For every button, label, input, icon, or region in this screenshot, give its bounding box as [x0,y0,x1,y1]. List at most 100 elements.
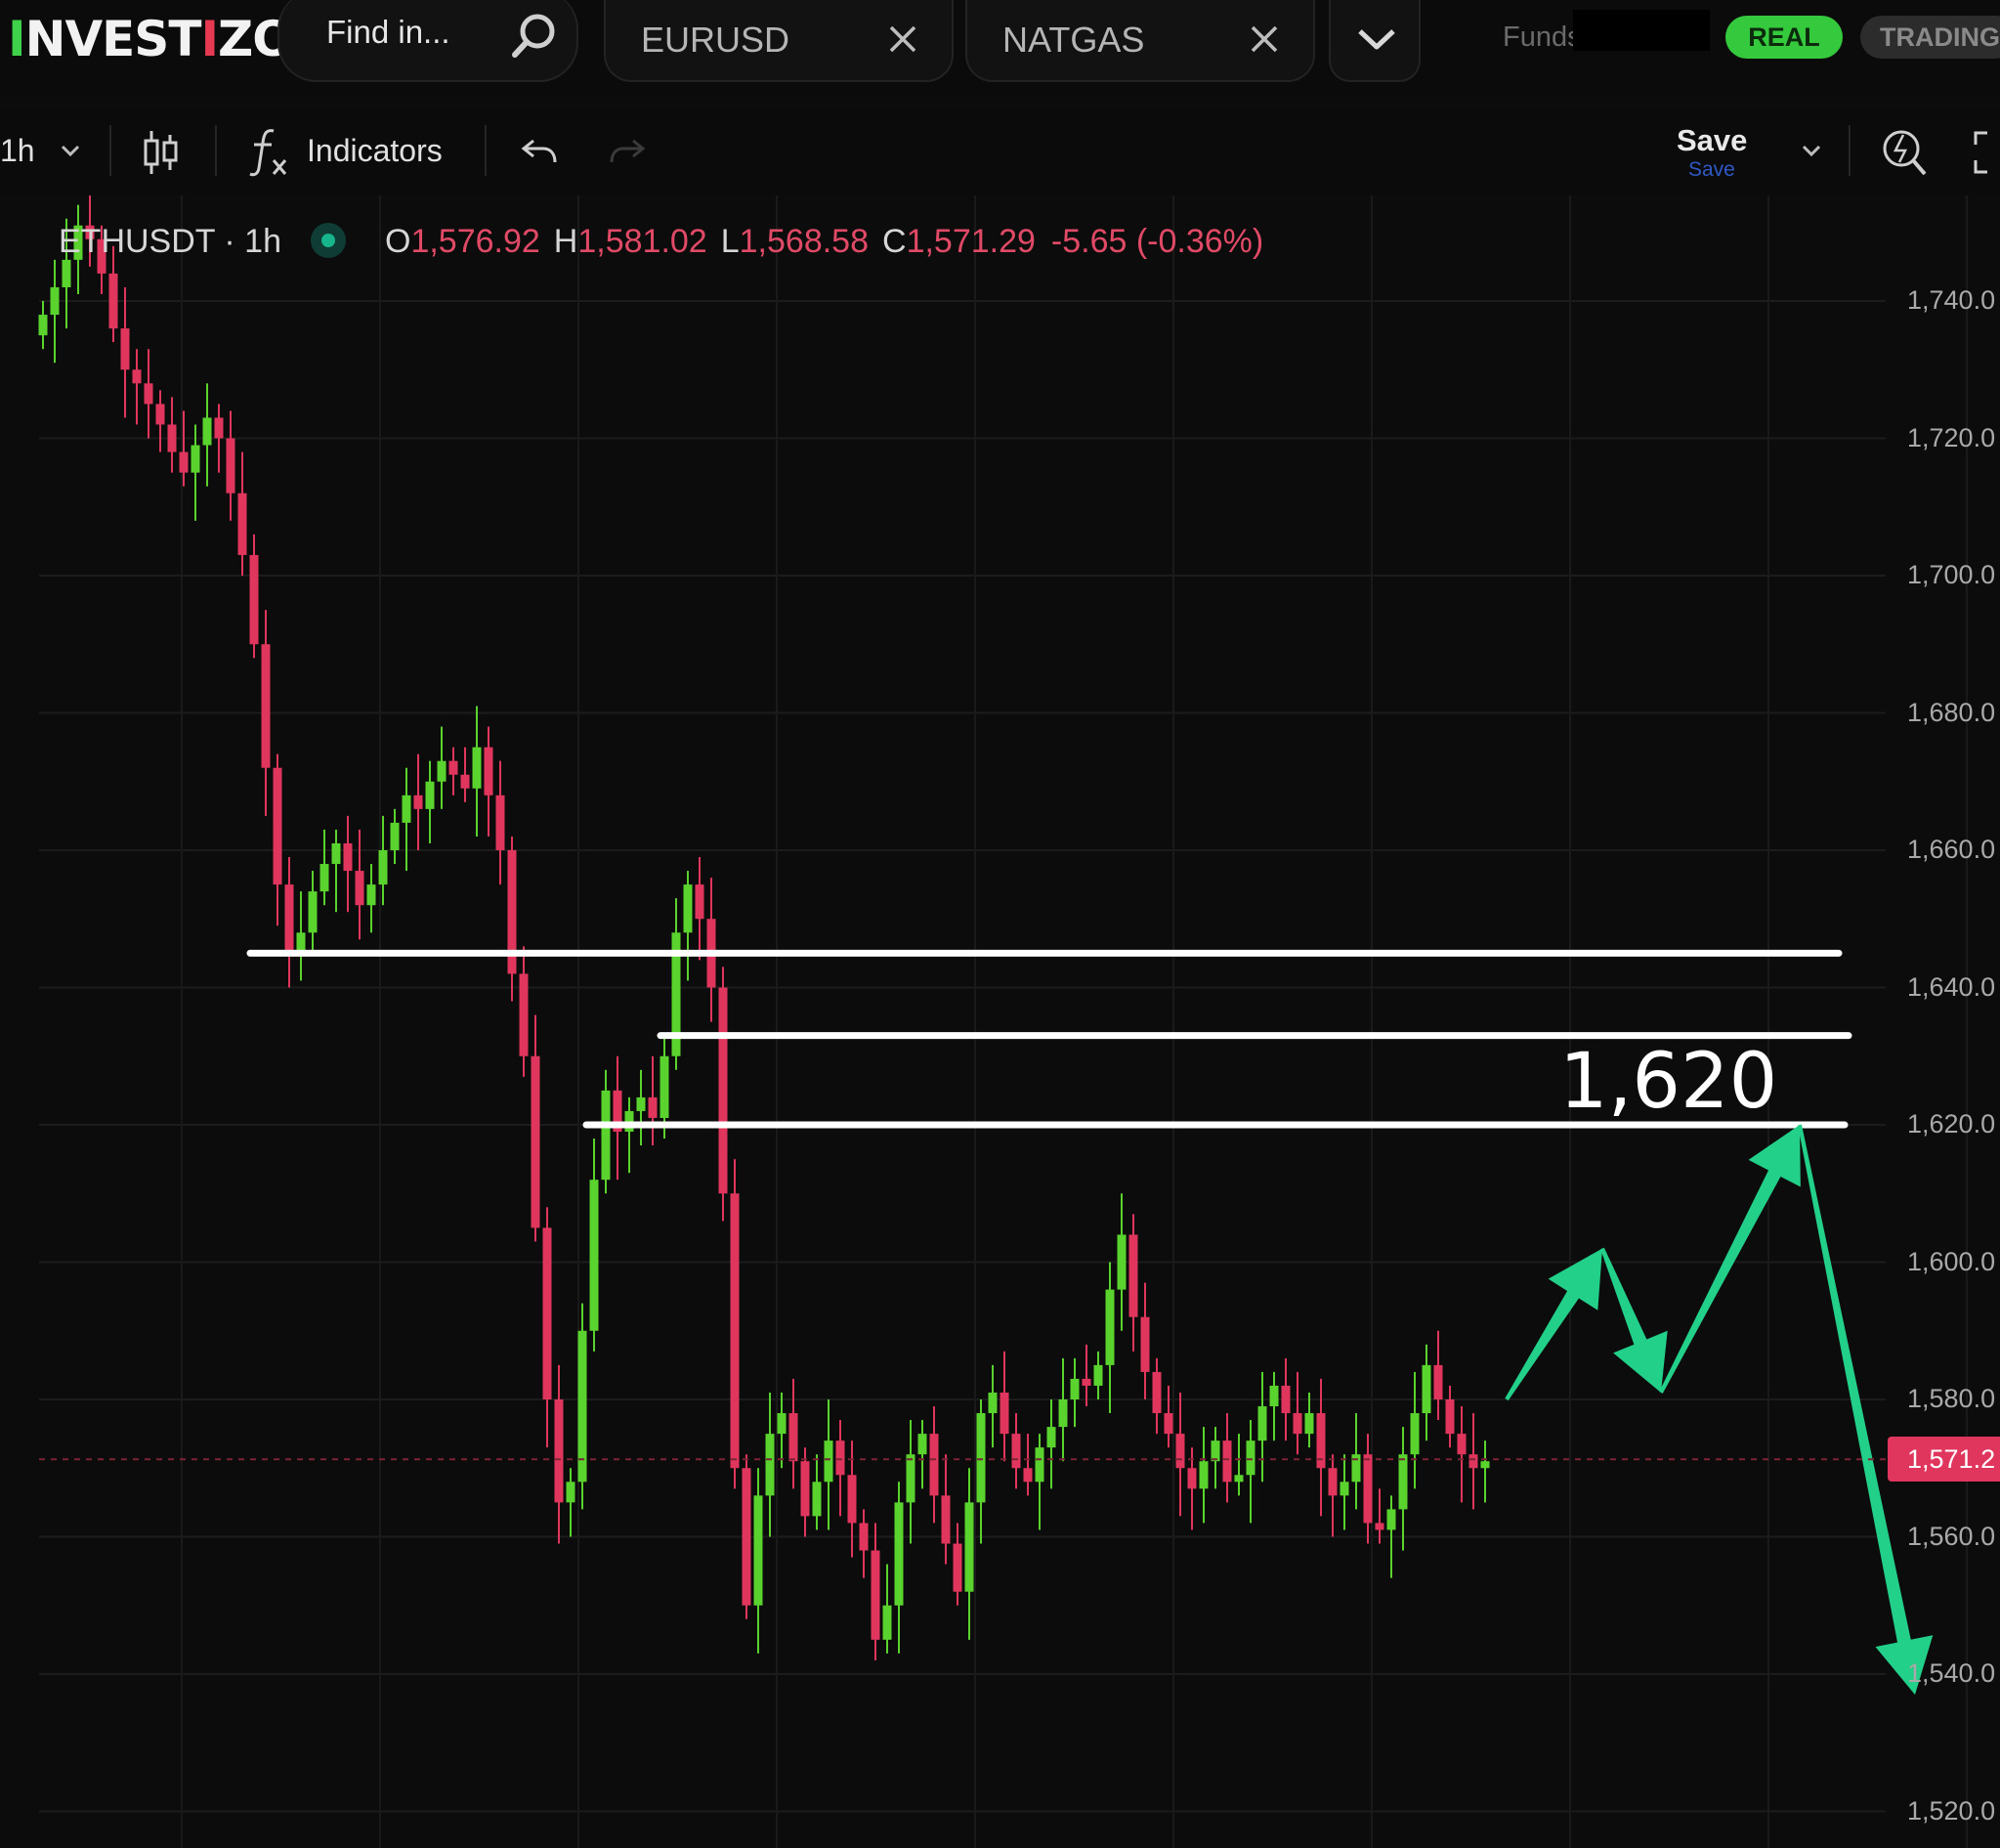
candle-body [155,404,165,425]
candle-body [308,891,318,933]
symbol-label[interactable]: ETHUSDT · 1h [59,223,281,260]
candle-body [1164,1413,1173,1435]
candle-body [495,795,505,850]
candle-body [988,1392,998,1414]
candle-body [1023,1468,1033,1483]
candle-body [413,795,423,809]
candle-body [847,1475,857,1524]
search-input[interactable]: Find in... [326,14,450,51]
y-axis-tick-label: 1,720.0 [1907,422,1996,452]
candle-body [683,884,693,933]
function-fx-icon[interactable] [248,125,291,180]
candle-body [284,884,294,954]
candle-body [859,1523,869,1551]
candle-body [460,774,470,789]
candle-body [1386,1509,1396,1530]
candle-body [1082,1378,1091,1386]
symbol-search-box[interactable]: Find in... [277,0,578,82]
candle-body [226,438,235,494]
candle-body [800,1461,810,1517]
candle-body [871,1550,880,1640]
candle-body [1140,1316,1150,1372]
candle-body [1433,1364,1443,1399]
chevron-down-icon[interactable] [57,139,84,162]
candle-body [1035,1447,1044,1483]
level-annotation-text: 1,620 [1559,1038,1778,1126]
candle-body [1304,1413,1314,1435]
candle-body [1046,1427,1056,1448]
candle-body [777,1413,787,1435]
real-account-toggle[interactable]: REAL [1725,16,1843,59]
candle-body [472,747,482,789]
close-key: C [882,223,907,260]
candle-body [964,1502,974,1592]
candle-body [718,987,728,1194]
y-axis-tick-label: 1,680.0 [1907,697,1996,727]
candle-body [273,767,282,885]
candle-body [132,369,142,384]
chevron-down-icon[interactable] [1798,139,1825,162]
candle-body [1398,1454,1408,1510]
candlestick-type-icon[interactable] [141,129,180,176]
toolbar-divider [485,125,487,176]
candle-body [589,1180,599,1331]
price-chart[interactable] [0,195,2000,1848]
toolbar-divider [215,125,217,176]
indicators-button[interactable]: Indicators [307,133,443,169]
more-tabs-button[interactable] [1329,0,1421,82]
candle-body [1257,1406,1267,1441]
investizo-logo[interactable]: INVESTIZO [8,4,294,74]
timeframe-selector[interactable]: 1h [0,133,35,169]
high-value: 1,581.02 [577,223,707,260]
y-axis-tick-label: 1,520.0 [1907,1795,1996,1826]
tab-eurusd[interactable]: EURUSD [604,0,954,82]
redo-icon[interactable] [608,133,647,168]
close-icon[interactable] [1241,16,1288,63]
toolbar-divider [1849,125,1851,176]
candle-body [167,424,177,452]
quick-search-zoom-icon[interactable] [1878,125,1929,180]
search-icon[interactable] [506,8,563,64]
candle-body [402,795,411,823]
candle-body [917,1434,927,1455]
fullscreen-icon[interactable] [1972,129,2000,176]
candle-body [742,1468,751,1606]
candle-body [1269,1385,1279,1407]
y-axis-tick-label: 1,620.0 [1907,1109,1996,1139]
low-value: 1,568.58 [739,223,869,260]
candle-body [237,493,247,555]
candle-body [882,1605,892,1640]
candle-body [179,451,189,473]
candle-body [249,554,259,645]
candle-body [50,286,60,316]
trading-account-toggle[interactable]: TRADING [1860,16,2000,59]
chart-legend: ETHUSDT · 1h O1,576.92 H1,581.02 L1,568.58 C… [59,223,1263,261]
candle-body [1070,1378,1080,1399]
candle-body [824,1440,833,1483]
candle-body [941,1495,951,1544]
candle-body [1480,1461,1490,1469]
low-key: L [720,223,740,260]
save-layout-button[interactable]: Save [1677,123,1747,158]
candle-body [390,822,400,850]
funds-label: Funds [1503,21,1582,53]
candle-body [894,1502,904,1606]
candle-body [976,1413,986,1503]
candle-body [38,315,48,336]
toolbar-divider [109,125,111,176]
tab-natgas[interactable]: NATGAS [965,0,1315,82]
candle-body [214,417,224,439]
undo-icon[interactable] [520,133,559,168]
candle-body [1410,1413,1420,1455]
candle-body [1117,1234,1127,1290]
candle-body [601,1090,611,1181]
candle-body [1422,1364,1431,1414]
y-axis-tick-label: 1,700.0 [1907,560,1996,589]
candle-body [1093,1364,1103,1386]
close-icon[interactable] [879,16,926,63]
candle-body [366,884,376,906]
redacted-balance [1573,10,1710,51]
candle-body [1211,1440,1220,1462]
candle-body [355,871,364,906]
open-value: 1,576.92 [410,223,540,260]
